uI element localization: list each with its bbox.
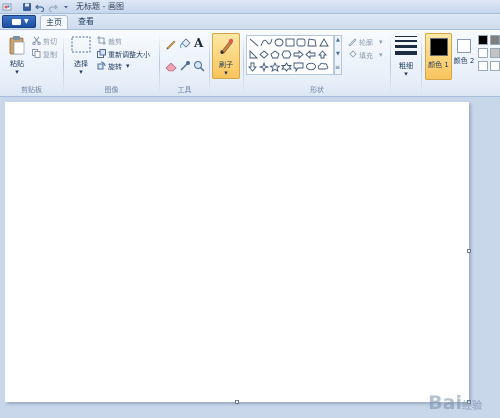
- color-1-button[interactable]: 颜色 1: [425, 33, 452, 80]
- group-divider: [390, 34, 391, 94]
- crop-icon: [97, 36, 106, 45]
- oval-shape-icon[interactable]: [274, 38, 284, 47]
- rotate-dropdown-icon[interactable]: ▾: [126, 62, 130, 70]
- crop-button[interactable]: 裁剪: [108, 37, 122, 47]
- size-dropdown-icon[interactable]: ▾: [393, 70, 419, 78]
- chevron-down-icon: ▼: [24, 18, 29, 25]
- quick-access-dropdown-icon[interactable]: [61, 2, 71, 12]
- outline-dropdown-icon[interactable]: ▾: [379, 38, 383, 46]
- drawing-canvas[interactable]: [5, 102, 469, 402]
- shapes-group-label: 形状: [310, 86, 324, 94]
- curve-shape-icon[interactable]: [260, 38, 273, 47]
- polygon-shape-icon[interactable]: [307, 38, 317, 47]
- palette-color-white[interactable]: [478, 48, 488, 58]
- up-arrow-shape-icon[interactable]: [318, 50, 327, 59]
- outline-button[interactable]: 轮廓: [359, 38, 373, 48]
- brush-button[interactable]: 刷子 ▾: [212, 33, 240, 79]
- rotate-icon: [97, 61, 106, 70]
- paint-menu-button[interactable]: ▼: [2, 15, 36, 28]
- palette-color-custom[interactable]: [490, 61, 500, 71]
- palette-color-gray[interactable]: [490, 35, 500, 45]
- image-group-label: 图像: [104, 86, 119, 94]
- color-2-button[interactable]: 颜色 2: [453, 57, 475, 66]
- palette-color-light-gray[interactable]: [490, 48, 500, 58]
- resize-handle-right[interactable]: [467, 249, 471, 253]
- line-shape-icon[interactable]: [249, 38, 259, 47]
- copy-icon: [32, 49, 41, 58]
- title-bar: 无标题 - 画图: [0, 0, 500, 14]
- tab-view[interactable]: 查看: [72, 15, 100, 29]
- hexagon-shape-icon[interactable]: [281, 50, 292, 59]
- triangle-shape-icon[interactable]: [319, 38, 329, 47]
- shapes-gallery: [246, 35, 334, 75]
- fill-button[interactable]: 填充: [359, 51, 373, 61]
- fill-dropdown-icon[interactable]: ▾: [379, 51, 383, 59]
- watermark: Bai经验: [428, 392, 482, 414]
- resize-button[interactable]: 重新调整大小: [108, 50, 150, 60]
- eraser-icon[interactable]: [165, 60, 177, 72]
- gallery-expand-icon[interactable]: ≡: [335, 65, 340, 71]
- undo-icon[interactable]: [35, 2, 45, 12]
- paint-app-icon[interactable]: [2, 2, 12, 12]
- fill-bucket-icon[interactable]: [179, 38, 191, 50]
- color-2-swatch[interactable]: [457, 39, 471, 53]
- select-dropdown-icon[interactable]: ▾: [68, 68, 94, 76]
- color-1-label: 颜色 1: [428, 61, 449, 69]
- ribbon: 粘贴 ▾ 剪切 复制 剪贴板 选择 ▾ 裁剪 重新调整大小 旋转 ▾ 图像 A …: [0, 29, 500, 97]
- redo-icon[interactable]: [48, 2, 58, 12]
- brush-dropdown-icon: ▾: [224, 69, 228, 77]
- five-point-star-shape-icon[interactable]: [269, 61, 281, 72]
- left-arrow-shape-icon[interactable]: [305, 50, 316, 59]
- cut-button[interactable]: 剪切: [43, 37, 57, 47]
- outline-icon: [348, 38, 357, 46]
- tools-group: A 工具: [160, 30, 209, 97]
- canvas-workspace: Bai经验: [0, 97, 500, 418]
- palette-color-custom[interactable]: [478, 61, 488, 71]
- resize-handle-bottom[interactable]: [235, 400, 239, 404]
- scroll-up-icon[interactable]: ▲: [336, 38, 340, 43]
- rectangle-shape-icon[interactable]: [285, 38, 295, 47]
- menu-icon: [12, 19, 21, 25]
- size-icon[interactable]: [395, 36, 417, 58]
- clipboard-group-label: 剪贴板: [21, 86, 42, 94]
- paste-dropdown-icon[interactable]: ▾: [6, 68, 28, 76]
- magnifier-icon[interactable]: [193, 60, 205, 72]
- copy-button[interactable]: 复制: [43, 50, 57, 60]
- window-title: 无标题 - 画图: [76, 2, 124, 11]
- cut-icon: [32, 36, 41, 45]
- six-point-star-shape-icon[interactable]: [280, 62, 293, 72]
- tab-home[interactable]: 主页: [40, 15, 68, 29]
- image-group: 选择 ▾ 裁剪 重新调整大小 旋转 ▾ 图像: [64, 30, 159, 97]
- paste-icon[interactable]: [8, 35, 26, 55]
- select-icon[interactable]: [71, 36, 91, 54]
- right-arrow-shape-icon[interactable]: [293, 50, 304, 59]
- rotate-button[interactable]: 旋转: [108, 62, 122, 72]
- group-divider: [421, 34, 422, 94]
- save-icon[interactable]: [22, 2, 32, 12]
- shapes-gallery-scrollbar[interactable]: ▲ ▼ ≡: [334, 35, 342, 75]
- pentagon-shape-icon[interactable]: [270, 50, 280, 59]
- group-divider: [209, 34, 210, 94]
- tools-group-label: 工具: [177, 86, 192, 94]
- diamond-shape-icon[interactable]: [259, 50, 269, 59]
- resize-icon: [97, 49, 106, 58]
- palette-color-black[interactable]: [478, 35, 488, 45]
- cloud-callout-shape-icon[interactable]: [317, 62, 329, 70]
- color-picker-icon[interactable]: [179, 60, 191, 72]
- four-point-star-shape-icon[interactable]: [258, 61, 270, 73]
- clipboard-group: 粘贴 ▾ 剪切 复制 剪贴板: [0, 30, 63, 97]
- right-triangle-shape-icon[interactable]: [249, 49, 259, 59]
- brush-icon: [220, 38, 234, 54]
- text-tool-icon[interactable]: A: [194, 36, 203, 50]
- speech-bubble-shape-icon[interactable]: [293, 62, 304, 73]
- ribbon-tab-row: ▼ 主页 查看: [0, 14, 500, 29]
- color-1-swatch: [430, 38, 448, 56]
- oval-callout-shape-icon[interactable]: [306, 62, 316, 71]
- pencil-icon[interactable]: [165, 38, 177, 50]
- fill-icon: [349, 50, 357, 58]
- rounded-rectangle-shape-icon[interactable]: [296, 38, 306, 47]
- down-arrow-shape-icon[interactable]: [248, 62, 257, 72]
- scroll-down-icon[interactable]: ▼: [336, 52, 340, 57]
